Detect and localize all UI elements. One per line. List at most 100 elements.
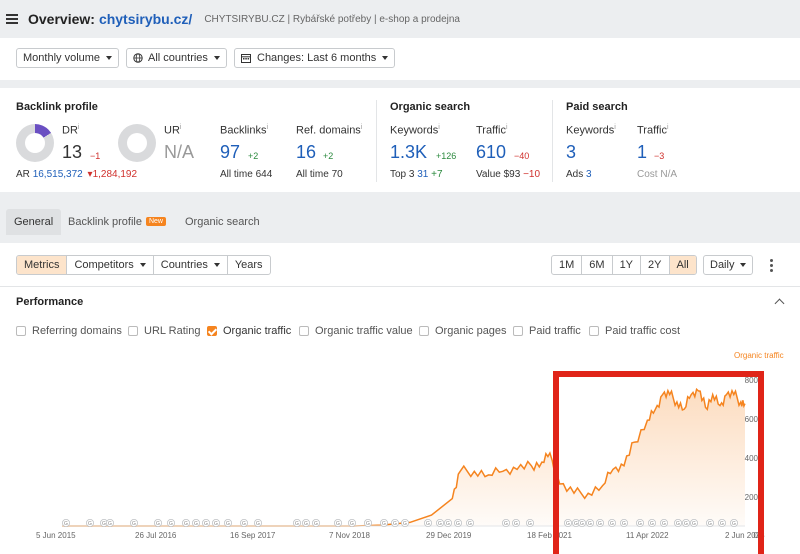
performance-card: Metrics Competitors Countries Years 1M 6…	[0, 243, 800, 554]
tab-organic-search[interactable]: Organic search	[177, 209, 268, 235]
domain-link[interactable]: chytsirybu.cz/	[99, 11, 192, 27]
info-icon: i	[438, 124, 440, 131]
page-title: Overview:	[28, 11, 95, 27]
x-tick-label: 5 Jun 2015	[36, 531, 76, 540]
dr-label[interactable]: DRi	[62, 124, 79, 137]
x-tick-label: 16 Sep 2017	[230, 531, 276, 540]
google-update-marker-glyph: G	[514, 521, 518, 527]
google-update-marker-glyph: G	[204, 521, 208, 527]
google-update-marker-glyph: G	[366, 521, 370, 527]
top-bar: Overview: chytsirybu.cz/ CHYTSIRYBU.CZ |…	[0, 0, 800, 38]
countries-dropdown-label: All countries	[148, 52, 208, 64]
volume-dropdown[interactable]: Monthly volume	[16, 48, 120, 68]
globe-icon	[133, 53, 143, 63]
changes-dropdown[interactable]: Changes: Last 6 months	[234, 48, 396, 68]
backlinks-alltime: All time 644	[220, 169, 273, 180]
google-update-marker-glyph: G	[108, 521, 112, 527]
x-tick-label: 26 Jul 2016	[135, 531, 177, 540]
tab-backlink-profile[interactable]: Backlink profile New	[60, 209, 174, 235]
google-update-marker-glyph: G	[156, 521, 160, 527]
google-update-marker-glyph: G	[169, 521, 173, 527]
google-update-marker-glyph: G	[403, 521, 407, 527]
divider	[376, 100, 377, 182]
hamburger-menu-icon[interactable]	[6, 14, 18, 24]
paid-traffic-delta: −3	[654, 151, 665, 161]
google-update-marker-glyph: G	[528, 521, 532, 527]
organic-traffic-label[interactable]: Traffici	[476, 124, 508, 137]
filter-bar: Monthly volume All countries Changes: La…	[0, 38, 800, 80]
google-update-marker-glyph: G	[88, 521, 92, 527]
top3-row: Top 3 31 +7	[390, 169, 443, 180]
dr-delta: −1	[90, 151, 101, 161]
ur-donut-chart	[118, 124, 156, 162]
google-update-marker-glyph: G	[295, 521, 299, 527]
google-update-marker-glyph: G	[256, 521, 260, 527]
changes-dropdown-label: Changes: Last 6 months	[257, 52, 377, 64]
info-icon: i	[360, 124, 363, 131]
google-update-marker-glyph: G	[468, 521, 472, 527]
backlinks-label[interactable]: Backlinksi	[220, 124, 268, 137]
organic-keywords-value[interactable]: 1.3K	[390, 142, 427, 163]
google-update-marker-glyph: G	[132, 521, 136, 527]
google-update-marker-glyph: G	[504, 521, 508, 527]
ur-label[interactable]: URi	[164, 124, 181, 137]
highlight-box	[553, 371, 764, 554]
countries-dropdown[interactable]: All countries	[126, 48, 227, 68]
google-update-marker-glyph: G	[64, 521, 68, 527]
x-tick-label: 29 Dec 2019	[426, 531, 472, 540]
google-update-marker-glyph: G	[102, 521, 106, 527]
paid-traffic-label[interactable]: Traffici	[637, 124, 669, 137]
google-update-marker-glyph: G	[446, 521, 450, 527]
google-update-marker-glyph: G	[426, 521, 430, 527]
info-icon: i	[505, 124, 508, 131]
google-update-marker-glyph: G	[242, 521, 246, 527]
metrics-card: Backlink profile DRi 13 −1 URi N/A AR 16…	[0, 88, 800, 192]
paid-traffic-value[interactable]: 1	[637, 142, 647, 163]
caret-down-icon	[213, 56, 220, 60]
info-icon: i	[77, 124, 80, 131]
info-icon: i	[266, 124, 269, 131]
google-update-marker-glyph: G	[194, 521, 198, 527]
ar-value[interactable]: 16,515,372	[33, 169, 83, 180]
google-update-marker-glyph: G	[393, 521, 397, 527]
x-tick-label: 7 Nov 2018	[329, 531, 370, 540]
caret-down-icon	[382, 56, 389, 60]
paid-search-heading: Paid search	[566, 101, 628, 113]
refdomains-alltime: All time 70	[296, 169, 343, 180]
organic-keywords-delta: +126	[436, 151, 457, 161]
google-update-marker-glyph: G	[314, 521, 318, 527]
organic-traffic-value[interactable]: 610	[476, 142, 506, 163]
google-update-marker-glyph: G	[304, 521, 308, 527]
divider	[552, 100, 553, 182]
cost-row: Cost N/A	[637, 169, 678, 180]
refdomains-label[interactable]: Ref. domainsi	[296, 124, 362, 137]
refdomains-value[interactable]: 16	[296, 142, 316, 163]
google-update-marker-glyph: G	[226, 521, 230, 527]
organic-traffic-delta: −40	[514, 151, 530, 161]
info-icon: i	[179, 124, 182, 131]
backlinks-value[interactable]: 97	[220, 142, 240, 163]
google-update-marker-glyph: G	[382, 521, 386, 527]
google-update-marker-glyph: G	[214, 521, 218, 527]
ar-row: AR 16,515,372 ▾1,284,192	[16, 169, 138, 180]
organic-keywords-label[interactable]: Keywordsi	[390, 124, 440, 137]
ur-value: N/A	[164, 142, 195, 162]
paid-keywords-label[interactable]: Keywordsi	[566, 124, 616, 137]
paid-keywords-value[interactable]: 3	[566, 142, 576, 163]
backlinks-delta: +2	[248, 151, 259, 161]
value-row: Value $93 −10	[476, 169, 541, 180]
new-badge: New	[145, 217, 166, 227]
backlink-profile-heading: Backlink profile	[16, 101, 98, 113]
tab-general[interactable]: General	[6, 209, 62, 235]
google-update-marker-glyph: G	[184, 521, 188, 527]
google-update-marker-glyph: G	[350, 521, 354, 527]
dr-value: 13	[62, 142, 83, 162]
caret-down-icon	[106, 56, 113, 60]
calendar-icon	[241, 54, 251, 63]
info-icon: i	[666, 124, 669, 131]
volume-dropdown-label: Monthly volume	[23, 52, 101, 64]
ar-delta: ▾1,284,192	[87, 169, 138, 180]
organic-search-heading: Organic search	[390, 101, 471, 113]
google-update-marker-glyph: G	[438, 521, 442, 527]
refdomains-delta: +2	[323, 151, 334, 161]
